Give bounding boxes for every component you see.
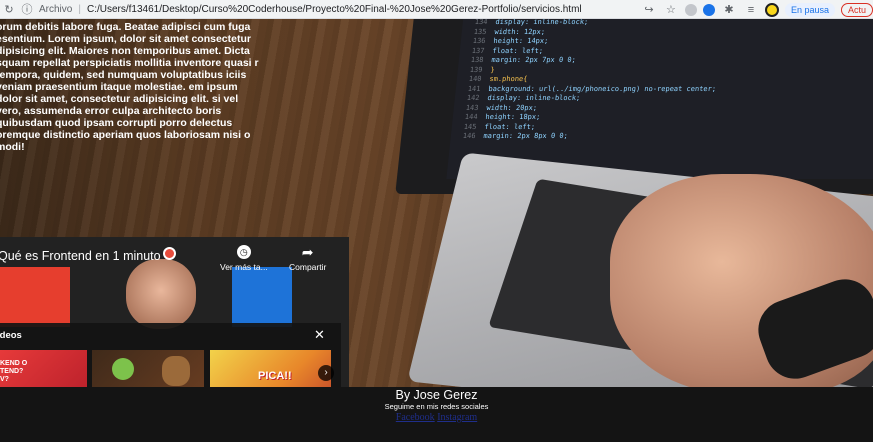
code-line: 138 margin: 2px 7px 0 0; [470,56,577,64]
share-icon[interactable]: ↪ [641,2,657,18]
clock-icon: ◷ [236,245,251,259]
code-line: 134 display: inline-block; [474,19,589,26]
code-line: 145 float: left; [463,122,536,131]
chevron-right-icon[interactable]: › [318,365,334,381]
extension-icon[interactable] [702,3,715,16]
thumbnail-text: KEND O TEND? V? [0,360,28,383]
more-videos-heading: ídeos [0,330,22,341]
laptop-screen-code: 134 display: inline-block; 135 width: 12px;… [446,19,873,179]
code-line: 140 sm.phone{ [468,75,528,83]
video-presenter [126,259,196,329]
footer-author: By Jose Gerez [395,388,478,402]
browser-toolbar: ↻ ⓘ Archivo | C:/Users/f13461/Desktop/Cu… [0,0,873,19]
thumbnail-character [162,356,190,386]
video-frame-blue [232,267,292,327]
reading-list-icon[interactable]: ≡ [743,2,759,18]
footer: By Jose Gerez Seguime en mis redes socia… [0,387,873,442]
close-icon[interactable]: ✕ [314,327,325,343]
bookmark-star-icon[interactable]: ☆ [663,2,679,18]
hero-section: 134 display: inline-block; 135 width: 12px;… [0,19,873,387]
video-thumbnail[interactable] [92,350,204,387]
footer-subtitle: Seguime en mis redes sociales [384,402,489,411]
code-line: 135 width: 12px; [473,27,546,36]
toolbar-right: ↪ ☆ ✱ ≡ En pausa Actu [641,0,873,19]
code-line: 136 height: 14px; [472,37,549,45]
code-line: 139} [469,65,496,74]
extension-icon[interactable] [684,3,697,16]
facebook-link[interactable]: Facebook [396,412,435,423]
watch-later-button[interactable]: ◷ Ver más ta... [220,245,268,272]
code-line: 146 margin: 2px 8px 0 0; [462,132,569,140]
thumbnail-text: PICA!! [258,370,292,382]
puzzle-icon[interactable]: ✱ [721,2,737,18]
share-label: Compartir [289,262,327,272]
share-button[interactable]: ➦ Compartir [289,245,326,272]
sync-paused-chip[interactable]: En pausa [784,2,835,17]
share-arrow-icon: ➦ [301,244,314,260]
info-icon[interactable]: ⓘ [19,1,35,17]
youtube-embed[interactable]: Qué es Frontend en 1 minuto ◷ Ver más ta… [0,237,349,387]
instagram-link[interactable]: Instagram [437,412,477,423]
code-line: 143 width: 20px; [465,103,538,112]
watch-later-label: Ver más ta... [220,262,268,272]
url-bar[interactable]: C:/Users/f13461/Desktop/Curso%20Coderhou… [87,4,582,15]
video-thumbnail[interactable]: PICA!! [210,350,331,387]
code-line: 144 height: 18px; [464,113,541,121]
video-title[interactable]: Qué es Frontend en 1 minuto [0,249,161,263]
thumbnail-character [112,358,134,380]
hero-paragraph: orum debitis labore fuga. Beatae adipisc… [0,21,259,153]
code-line: 137 float: left; [471,46,544,55]
more-videos-panel: ídeos ✕ KEND O TEND? V? PICA!! › [0,323,341,387]
url-separator: | [78,3,81,15]
reload-icon[interactable]: ↻ [1,1,17,17]
update-label: Actu [847,4,866,15]
profile-avatar[interactable] [764,2,779,17]
code-line: 141 background: url(../img/phoneico.png) … [467,84,717,93]
social-links: Facebook Instagram [0,412,873,424]
video-frame-red [0,267,70,327]
pause-label: En pausa [790,4,829,15]
clock-emoji-icon [163,247,176,260]
video-thumbnail[interactable]: KEND O TEND? V? [0,350,87,387]
site-label: Archivo [39,3,73,15]
code-line: 142 display: inline-block; [466,94,581,102]
update-button[interactable]: Actu [840,2,873,17]
